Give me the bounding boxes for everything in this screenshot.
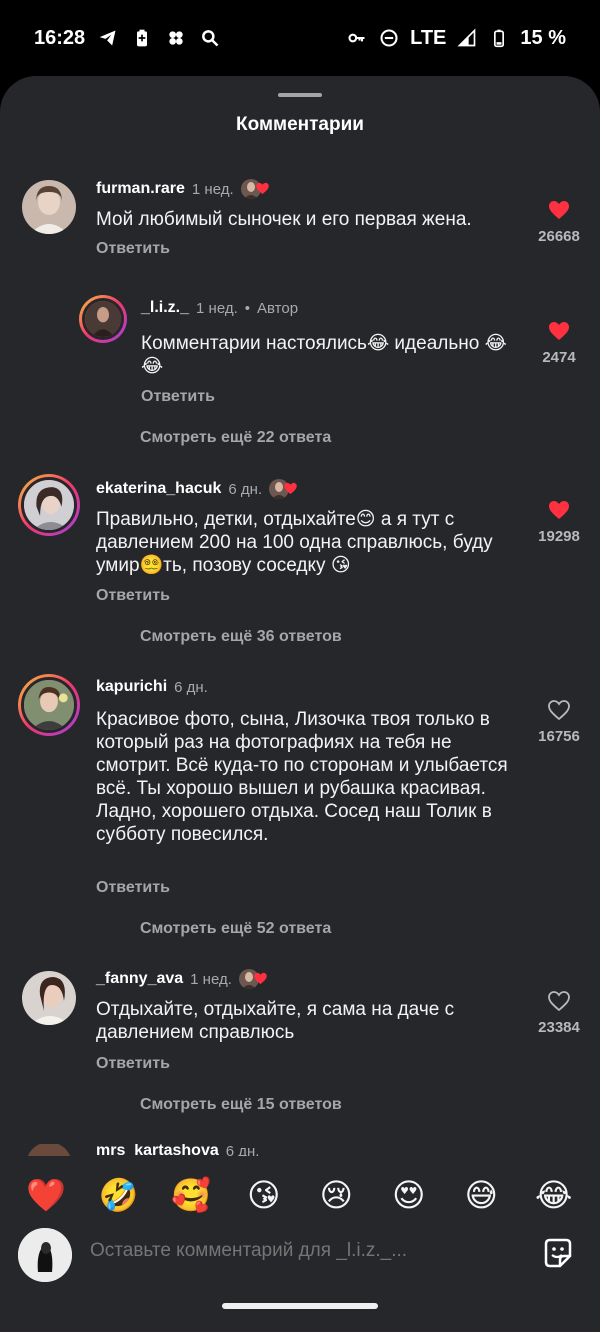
- avatar[interactable]: [22, 180, 76, 234]
- comment-time: 6 дн.: [228, 480, 263, 498]
- reply-button[interactable]: Ответить: [96, 240, 170, 258]
- heart-outline-icon: [548, 700, 570, 721]
- comment-time: 1 нед.: [190, 970, 232, 988]
- reply-button[interactable]: Ответить: [96, 587, 170, 605]
- like-button[interactable]: 23384: [529, 989, 589, 1036]
- like-button[interactable]: 26668: [529, 198, 589, 245]
- view-more-replies[interactable]: Смотреть ещё 36 ответов: [140, 628, 342, 646]
- heart-icon: [284, 482, 297, 495]
- comment-time: 1 нед.: [191, 180, 234, 198]
- reaction-heart[interactable]: ❤️: [21, 1176, 71, 1214]
- comment-composer: [0, 1226, 600, 1286]
- comment-username[interactable]: _l.i.z._: [141, 299, 189, 317]
- status-bar: 16:28 LTE 15 %: [0, 0, 600, 76]
- reaction-joy[interactable]: 😂: [529, 1176, 579, 1214]
- comment-time: 6 дн.: [174, 678, 208, 696]
- reply-button[interactable]: Ответить: [141, 388, 215, 406]
- heart-icon: [254, 972, 267, 985]
- comment-item-partial: mrs_kartashova 6 дн.: [0, 1144, 600, 1156]
- author-separator: •: [244, 299, 251, 317]
- do-not-disturb-icon: [378, 27, 400, 49]
- like-count: 16756: [538, 728, 580, 745]
- reply-button[interactable]: Ответить: [96, 879, 170, 897]
- quick-reactions-bar: ❤️ 🤣 🥰 😘 😢 😍 😅 😂: [0, 1160, 600, 1230]
- clock: 16:28: [34, 26, 86, 49]
- comment-username[interactable]: furman.rare: [96, 180, 185, 198]
- avatar[interactable]: [79, 295, 127, 343]
- like-button[interactable]: 16756: [529, 698, 589, 745]
- sticker-icon[interactable]: [540, 1236, 576, 1272]
- like-count: 19298: [538, 528, 580, 545]
- reply-button[interactable]: Ответить: [96, 1055, 170, 1073]
- key-icon: [346, 27, 368, 49]
- battery-saver-icon: [131, 27, 153, 49]
- like-count: 2474: [542, 349, 576, 366]
- comment-text: Красивое фото, сына, Лизочка твоя только…: [96, 709, 508, 845]
- search-icon: [199, 27, 221, 49]
- view-more-replies[interactable]: Смотреть ещё 52 ответа: [140, 920, 331, 938]
- comment-text: Отдыхайте, отдыхайте, я сама на даче с д…: [96, 999, 455, 1043]
- comment-text: Правильно, детки, отдыхайте😊 а я тут с д…: [96, 509, 493, 576]
- avatar[interactable]: [18, 674, 80, 736]
- like-button[interactable]: 2474: [529, 319, 589, 366]
- heart-filled-icon: [549, 201, 569, 219]
- author-liked-badge: [238, 968, 271, 990]
- view-more-replies[interactable]: Смотреть ещё 15 ответов: [140, 1096, 342, 1114]
- avatar[interactable]: [26, 1144, 72, 1156]
- app-grid-icon: [165, 27, 187, 49]
- like-count: 26668: [538, 228, 580, 245]
- avatar[interactable]: [22, 971, 76, 1025]
- comment-username[interactable]: _fanny_ava: [96, 970, 183, 988]
- network-type: LTE: [410, 26, 447, 49]
- heart-icon: [255, 182, 269, 195]
- reaction-smiling-hearts[interactable]: 🥰: [166, 1176, 216, 1214]
- view-more-replies[interactable]: Смотреть ещё 22 ответа: [140, 429, 331, 447]
- author-liked-badge: [240, 178, 273, 200]
- signal-icon: [456, 27, 478, 49]
- heart-filled-icon: [549, 501, 569, 519]
- avatar[interactable]: [18, 474, 80, 536]
- reaction-heart-eyes[interactable]: 😍: [384, 1176, 434, 1214]
- author-tag: Автор: [257, 299, 299, 317]
- comment-username[interactable]: mrs_kartashova: [96, 1144, 219, 1156]
- comment-text: Мой любимый сыночек и его первая жена.: [96, 209, 472, 230]
- reaction-sweat-smile[interactable]: 😅: [456, 1176, 506, 1214]
- telegram-icon: [97, 27, 119, 49]
- comments-list[interactable]: furman.rare 1 нед. Мой любимый сыночек и…: [0, 76, 600, 1156]
- comment-username[interactable]: ekaterina_hacuk: [96, 480, 221, 498]
- comment-username[interactable]: kapurichi: [96, 678, 167, 696]
- like-button[interactable]: 19298: [529, 498, 589, 545]
- comment-time: 1 нед.: [196, 299, 238, 317]
- reaction-kiss[interactable]: 😘: [239, 1176, 289, 1214]
- comments-sheet: Комментарии furman.rare 1 нед. Мой любим…: [0, 76, 600, 1332]
- reaction-cry[interactable]: 😢: [311, 1176, 361, 1214]
- heart-filled-icon: [549, 322, 569, 340]
- comment-text: Комментарии настоялись😂 идеально 😂😂: [141, 333, 507, 377]
- battery-level: 15 %: [520, 26, 566, 49]
- like-count: 23384: [538, 1019, 580, 1036]
- comment-time: 6 дн.: [225, 1144, 260, 1156]
- battery-icon: [488, 27, 510, 49]
- home-indicator[interactable]: [222, 1303, 378, 1309]
- comment-input[interactable]: [90, 1240, 510, 1262]
- heart-outline-icon: [548, 991, 570, 1012]
- my-avatar[interactable]: [18, 1228, 72, 1282]
- author-liked-badge: [269, 478, 301, 500]
- reaction-rofl[interactable]: 🤣: [94, 1176, 144, 1214]
